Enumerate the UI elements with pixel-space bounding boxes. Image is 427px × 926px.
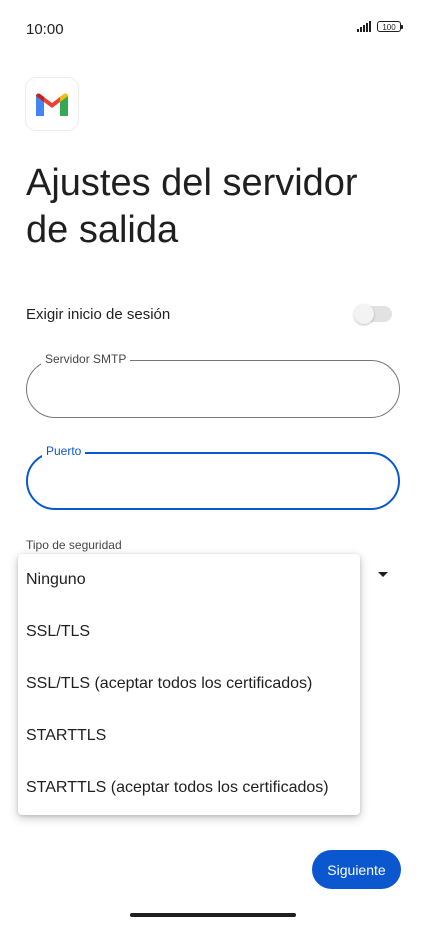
port-field[interactable]: Puerto [26, 443, 400, 510]
security-type-label: Tipo de seguridad [26, 538, 122, 552]
status-bar: 10:00 100 [0, 0, 427, 60]
status-icons: 100 [357, 21, 403, 32]
smtp-server-label: Servidor SMTP [41, 351, 131, 367]
port-label: Puerto [42, 443, 86, 459]
require-login-row[interactable]: Exigir inicio de sesión [26, 300, 392, 328]
menu-item-ssl-tls[interactable]: SSL/TLS [18, 606, 360, 658]
require-login-label: Exigir inicio de sesión [26, 305, 171, 323]
require-login-toggle[interactable] [354, 304, 392, 324]
smtp-server-input[interactable] [47, 377, 381, 403]
home-indicator[interactable] [130, 913, 296, 917]
port-input[interactable] [48, 470, 382, 496]
dropdown-arrow-icon[interactable] [378, 572, 388, 577]
menu-item-starttls-accept-all[interactable]: STARTTLS (aceptar todos los certificados… [18, 762, 360, 814]
smtp-server-field[interactable]: Servidor SMTP [26, 351, 400, 418]
battery-level: 100 [382, 23, 396, 32]
toggle-knob [354, 304, 374, 324]
signal-bars-icon [357, 21, 371, 32]
battery-icon: 100 [377, 21, 403, 32]
menu-item-none[interactable]: Ninguno [18, 554, 360, 606]
gmail-logo-icon [26, 78, 78, 130]
status-time: 10:00 [26, 21, 64, 38]
security-type-menu: Ninguno SSL/TLS SSL/TLS (aceptar todos l… [18, 554, 360, 815]
menu-item-starttls[interactable]: STARTTLS [18, 710, 360, 762]
page-title: Ajustes del servidor de salida [26, 162, 358, 251]
menu-item-ssl-tls-accept-all[interactable]: SSL/TLS (aceptar todos los certificados) [18, 658, 360, 710]
next-button[interactable]: Siguiente [312, 850, 401, 889]
